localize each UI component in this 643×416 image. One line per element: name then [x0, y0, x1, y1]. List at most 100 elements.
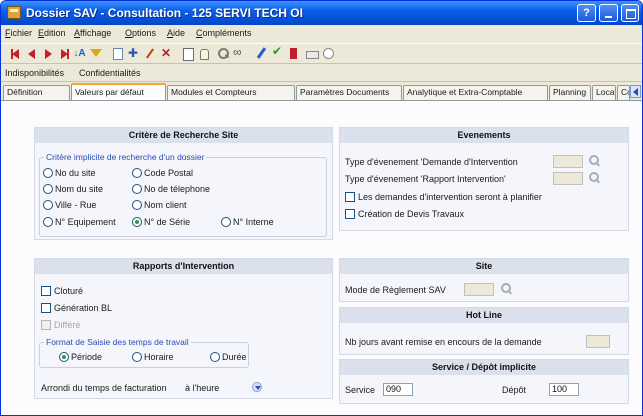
clock-icon[interactable]	[321, 47, 334, 60]
tab-valeurs-par-defaut[interactable]: Valeurs par défaut	[71, 83, 166, 100]
radio-indicator	[43, 184, 53, 194]
hand-icon[interactable]	[197, 47, 210, 60]
radio-periode[interactable]: Période	[59, 352, 102, 364]
generation-bl-checkbox[interactable]: Génération BL	[41, 303, 112, 315]
menu-options[interactable]: Options	[125, 28, 156, 38]
depot-field[interactable]: 100	[549, 383, 579, 396]
menu-fichier[interactable]: Fichier	[5, 28, 32, 38]
tab-panel: Critère de Recherche Site Critère implic…	[1, 100, 642, 415]
radio-indicator	[210, 352, 220, 362]
exit-icon[interactable]	[287, 47, 300, 60]
radio-no-interne[interactable]: N° Interne	[221, 217, 274, 229]
search-icon[interactable]	[217, 47, 230, 60]
delete-icon[interactable]	[160, 46, 173, 60]
tab-analytique[interactable]: Analytique et Extra-Comptable	[403, 85, 548, 100]
critere-recherche-group: Critère de Recherche Site Critère implic…	[34, 127, 333, 240]
title-bar: Dossier SAV - Consultation - 125 SERVI T…	[1, 1, 642, 25]
site-header: Site	[340, 259, 628, 274]
radio-indicator	[132, 200, 142, 210]
critere-recherche-header: Critère de Recherche Site	[35, 128, 332, 143]
devis-travaux-checkbox[interactable]: Création de Devis Travaux	[345, 209, 464, 221]
add-icon[interactable]	[127, 46, 140, 60]
nb-jours-field[interactable]	[586, 335, 610, 348]
arrondi-value[interactable]: à l'heure	[185, 383, 219, 393]
pen-icon[interactable]	[255, 47, 268, 60]
radio-horaire[interactable]: Horaire	[132, 352, 174, 364]
type-demande-label: Type d'évenement 'Demande d'Intervention	[345, 157, 518, 167]
checkbox-indicator	[41, 303, 51, 313]
menu-affichage[interactable]: Affichage	[74, 28, 111, 38]
confidentialites-button[interactable]: Confidentialités	[79, 68, 141, 78]
arrondi-dropdown-icon[interactable]	[252, 382, 262, 392]
copy-icon[interactable]	[111, 47, 124, 60]
radio-indicator	[132, 352, 142, 362]
indisponibilites-button[interactable]: Indisponibilités	[5, 68, 64, 78]
service-label: Service	[345, 385, 376, 395]
next-record-icon[interactable]	[41, 47, 54, 60]
checkbox-indicator	[345, 209, 355, 219]
type-rapport-search-icon[interactable]	[588, 172, 601, 185]
evenements-group: Evenements Type d'évenement 'Demande d'I…	[339, 127, 629, 231]
first-record-icon[interactable]	[9, 47, 22, 60]
hotline-header: Hot Line	[340, 308, 628, 323]
radio-nom-du-site[interactable]: Nom du site	[43, 184, 103, 196]
service-field[interactable]: 090	[383, 383, 413, 396]
radio-nom-client[interactable]: Nom client	[132, 200, 187, 212]
radio-indicator	[43, 200, 53, 210]
mode-reglement-field[interactable]	[464, 283, 494, 296]
tab-definition[interactable]: Définition	[3, 85, 70, 100]
document-icon[interactable]	[181, 47, 194, 61]
radio-indicator	[132, 168, 142, 178]
radio-no-de-serie[interactable]: N° de Série	[132, 217, 190, 229]
radio-code-postal[interactable]: Code Postal	[132, 168, 193, 180]
tab-parametres-documents[interactable]: Paramètres Documents	[296, 85, 402, 100]
menu-complements[interactable]: Compléments	[196, 28, 252, 38]
validate-icon[interactable]	[271, 46, 284, 59]
format-saisie-legend: Format de Saisie des temps de travail	[44, 337, 191, 347]
type-demande-field[interactable]	[553, 155, 583, 168]
radio-no-de-telephone[interactable]: No de télephone	[132, 184, 210, 196]
filter-icon[interactable]	[89, 47, 102, 60]
checkbox-indicator	[41, 286, 51, 296]
tab-scroll-left-icon[interactable]	[630, 85, 641, 98]
radio-no-du-site[interactable]: No du site	[43, 168, 96, 180]
tab-location[interactable]: Location	[592, 85, 616, 100]
sort-icon[interactable]: ↓A	[73, 47, 86, 60]
radio-ville-rue[interactable]: Ville - Rue	[43, 200, 96, 212]
radio-no-equipement[interactable]: N° Equipement	[43, 217, 116, 229]
edit-wand-icon[interactable]	[144, 47, 157, 60]
nb-jours-label: Nb jours avant remise en encours de la d…	[345, 337, 542, 347]
app-folder-icon	[7, 6, 21, 19]
type-rapport-field[interactable]	[553, 172, 583, 185]
print-icon[interactable]	[305, 47, 319, 60]
radio-indicator-selected	[132, 217, 142, 227]
evenements-header: Evenements	[340, 128, 628, 143]
menu-aide[interactable]: Aide	[167, 28, 185, 38]
tab-planning[interactable]: Planning	[549, 85, 591, 100]
minimize-button[interactable]	[599, 4, 618, 22]
cloture-checkbox[interactable]: Cloturé	[41, 286, 83, 298]
site-group: Site Mode de Règlement SAV	[339, 258, 629, 302]
menu-edition[interactable]: Edition	[38, 28, 66, 38]
maximize-button[interactable]	[621, 4, 639, 22]
type-demande-search-icon[interactable]	[588, 155, 601, 168]
differe-checkbox[interactable]: Différé	[41, 320, 80, 332]
last-record-icon[interactable]	[57, 47, 70, 60]
toolbar: ↓A	[1, 43, 642, 64]
service-depot-header: Service / Dépôt implicite	[340, 360, 628, 375]
arrondi-label: Arrondi du temps de facturation	[41, 383, 167, 393]
planifier-checkbox[interactable]: Les demandes d'intervention seront à pla…	[345, 192, 542, 204]
hotline-group: Hot Line Nb jours avant remise en encour…	[339, 307, 629, 355]
checkbox-indicator	[345, 192, 355, 202]
tab-cc[interactable]: Cc	[617, 85, 630, 100]
window-title: Dossier SAV - Consultation - 125 SERVI T…	[26, 6, 303, 20]
depot-label: Dépôt	[502, 385, 527, 395]
previous-record-icon[interactable]	[25, 47, 38, 60]
tab-strip: Définition Valeurs par défaut Modules et…	[1, 83, 642, 100]
binoculars-icon[interactable]	[233, 45, 246, 60]
tab-modules-et-compteurs[interactable]: Modules et Compteurs	[167, 85, 295, 100]
help-button[interactable]: ?	[577, 4, 596, 22]
mode-reglement-search-icon[interactable]	[500, 283, 513, 296]
radio-duree[interactable]: Durée	[210, 352, 247, 364]
checkbox-indicator	[41, 320, 51, 330]
